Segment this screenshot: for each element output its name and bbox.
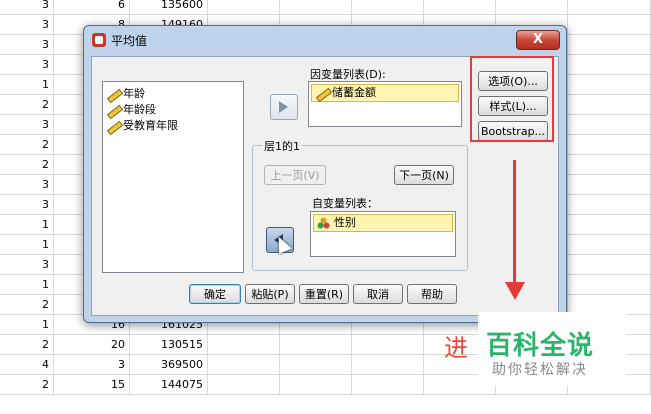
- scale-variable-icon: [315, 87, 329, 99]
- scale-variable-icon: [106, 104, 120, 116]
- help-button[interactable]: 帮助: [407, 284, 457, 304]
- table-cell[interactable]: [280, 0, 352, 14]
- table-cell[interactable]: [568, 195, 651, 214]
- table-cell[interactable]: [568, 215, 651, 234]
- table-cell[interactable]: [568, 255, 651, 274]
- table-cell[interactable]: [568, 95, 651, 114]
- table-cell[interactable]: [568, 0, 651, 14]
- table-cell[interactable]: 2: [0, 95, 54, 114]
- table-cell[interactable]: [424, 0, 496, 14]
- table-cell[interactable]: 2: [0, 295, 54, 314]
- cancel-button[interactable]: 取消: [353, 284, 403, 304]
- table-cell[interactable]: [568, 275, 651, 294]
- table-cell[interactable]: 1: [0, 315, 54, 334]
- nominal-variable-icon: [317, 217, 330, 229]
- dialog-title: 平均值: [111, 34, 148, 48]
- table-cell[interactable]: [568, 115, 651, 134]
- table-cell[interactable]: [568, 55, 651, 74]
- table-row[interactable]: 3 6 135600: [0, 0, 651, 15]
- reset-button[interactable]: 重置(R): [299, 284, 349, 304]
- ok-button[interactable]: 确定: [189, 284, 241, 304]
- variable-item-education-years[interactable]: 受教育年限: [103, 118, 243, 134]
- table-cell[interactable]: 15: [54, 375, 130, 394]
- variable-item-age[interactable]: 年龄: [103, 86, 243, 102]
- paste-button[interactable]: 粘贴(P): [245, 284, 295, 304]
- move-to-dependent-button[interactable]: [270, 94, 298, 120]
- table-cell[interactable]: 1: [0, 275, 54, 294]
- independent-list-label: 自变量列表：: [312, 197, 378, 210]
- table-cell[interactable]: [568, 75, 651, 94]
- table-cell[interactable]: [568, 175, 651, 194]
- table-cell[interactable]: [280, 355, 352, 374]
- table-cell[interactable]: 144075: [130, 375, 208, 394]
- table-cell[interactable]: 3: [0, 195, 54, 214]
- previous-layer-button[interactable]: 上一页(V): [264, 165, 326, 185]
- watermark-subtitle: 助你轻松解决: [492, 362, 588, 378]
- table-cell[interactable]: 135600: [130, 0, 208, 14]
- dependent-item-savings[interactable]: 储蓄金额: [311, 84, 459, 102]
- table-cell[interactable]: 3: [0, 15, 54, 34]
- table-cell[interactable]: 3: [0, 0, 54, 14]
- dependent-variable-list[interactable]: 储蓄金额: [308, 81, 462, 127]
- table-cell[interactable]: 3: [0, 35, 54, 54]
- table-cell[interactable]: 1: [0, 235, 54, 254]
- table-cell[interactable]: 3: [0, 115, 54, 134]
- table-cell[interactable]: 3: [0, 55, 54, 74]
- next-layer-button[interactable]: 下一页(N): [394, 165, 454, 185]
- table-cell[interactable]: [208, 375, 280, 394]
- table-cell[interactable]: 2: [0, 155, 54, 174]
- table-cell[interactable]: [352, 375, 424, 394]
- table-cell[interactable]: [568, 15, 651, 34]
- red-arrow-shaft: [513, 160, 516, 286]
- table-cell[interactable]: 130515: [130, 335, 208, 354]
- table-cell[interactable]: 20: [54, 335, 130, 354]
- table-cell[interactable]: [568, 155, 651, 174]
- source-variable-list[interactable]: 年龄 年龄段 受教育年限: [102, 81, 244, 273]
- table-cell[interactable]: [352, 335, 424, 354]
- dependent-list-label: 因变量列表(D):: [310, 68, 386, 81]
- table-cell[interactable]: 2: [0, 375, 54, 394]
- table-cell[interactable]: [568, 135, 651, 154]
- table-cell[interactable]: [208, 355, 280, 374]
- highlight-box: [470, 56, 554, 142]
- independent-item-gender[interactable]: 性别: [313, 214, 453, 232]
- table-cell[interactable]: [352, 0, 424, 14]
- table-cell[interactable]: [568, 35, 651, 54]
- table-cell[interactable]: 1: [0, 215, 54, 234]
- watermark-title: 百科全说: [486, 331, 595, 361]
- table-cell[interactable]: [208, 335, 280, 354]
- table-cell[interactable]: 3: [54, 355, 130, 374]
- independent-variable-list[interactable]: 性别: [310, 211, 456, 257]
- table-cell[interactable]: 4: [0, 355, 54, 374]
- table-cell[interactable]: 2: [0, 135, 54, 154]
- annotation-text: 进: [444, 334, 468, 362]
- watermark: 百科全说 助你轻松解决: [478, 312, 626, 386]
- arrow-right-icon: [279, 101, 288, 113]
- variable-item-age-group[interactable]: 年龄段: [103, 102, 243, 118]
- dialog-titlebar[interactable]: 平均值 X: [84, 26, 566, 54]
- layer-group-title: 层1的1: [262, 138, 302, 154]
- spss-app-icon: [92, 33, 106, 47]
- table-cell[interactable]: [208, 0, 280, 14]
- table-cell[interactable]: [352, 355, 424, 374]
- table-cell[interactable]: [568, 235, 651, 254]
- table-cell[interactable]: [280, 335, 352, 354]
- arrow-down-icon: [505, 282, 525, 300]
- table-cell[interactable]: 6: [54, 0, 130, 14]
- table-cell[interactable]: [496, 0, 568, 14]
- table-cell[interactable]: 369500: [130, 355, 208, 374]
- scale-variable-icon: [106, 88, 120, 100]
- table-cell[interactable]: 3: [0, 255, 54, 274]
- table-cell[interactable]: 1: [0, 75, 54, 94]
- table-cell[interactable]: [280, 375, 352, 394]
- table-cell[interactable]: 2: [0, 335, 54, 354]
- scale-variable-icon: [106, 120, 120, 132]
- close-button[interactable]: X: [516, 30, 560, 50]
- table-cell[interactable]: 3: [0, 175, 54, 194]
